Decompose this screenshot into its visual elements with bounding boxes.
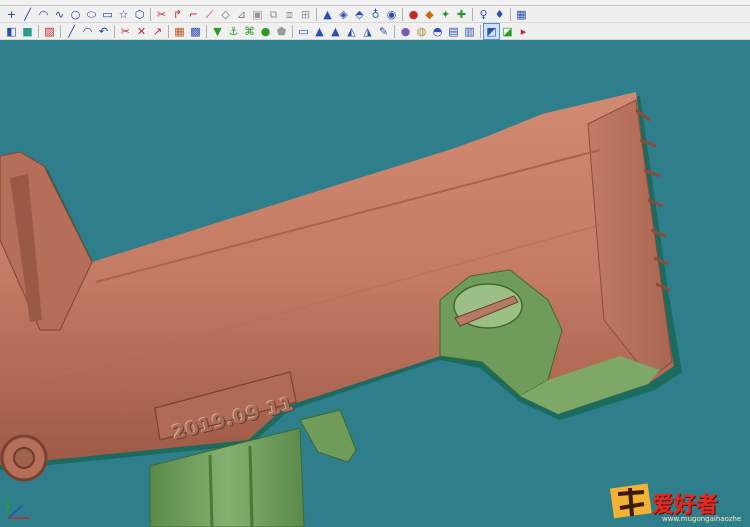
xray-mode-icon[interactable]: ▸ <box>516 24 531 39</box>
toolbar-row-1: + ╱ ◠ ∿ ○ ⬭ ▭ ☆ ⬡ ✂ ↱ ⌐ ⟋ ◇ ⊿ ▣ ⧉ ⧈ ⊞ ▲ ◈ ⬘ ♁ ◉ ● ◆ ✦ ✚ ♀ ♦ ▦ <box>0 6 750 23</box>
boundary-surface-icon[interactable]: ◉ <box>384 7 399 22</box>
toolbar-separator <box>510 8 511 21</box>
marker-tool-icon[interactable]: ♦ <box>492 7 507 22</box>
split-curve-icon[interactable]: ✕ <box>134 24 149 39</box>
revolve-surface-icon[interactable]: ◈ <box>336 7 351 22</box>
toolbar-separator <box>480 25 481 38</box>
network-surface-icon[interactable]: ⚓ <box>226 24 241 39</box>
mirror-curve-icon[interactable]: ⧈ <box>282 7 297 22</box>
cylinder-solid-icon[interactable]: ◆ <box>422 7 437 22</box>
watermark-url: www.mugongaihaozhe <box>662 515 742 523</box>
rectangle-tool-icon[interactable]: ▭ <box>100 7 115 22</box>
circle-tool-icon[interactable]: ○ <box>68 7 83 22</box>
extend-tool-icon[interactable]: ⟋ <box>202 7 217 22</box>
chamfer-tool-icon[interactable]: ⌐ <box>186 7 201 22</box>
light-tool-icon[interactable]: ◓ <box>430 24 445 39</box>
toolbar-separator <box>60 25 61 38</box>
gradient-tool-icon[interactable]: ▨ <box>42 24 57 39</box>
line2-tool-icon[interactable]: ╱ <box>64 24 79 39</box>
array-curve-icon[interactable]: ⊞ <box>298 7 313 22</box>
curve2-tool-icon[interactable]: ↶ <box>96 24 111 39</box>
toolbar-area: + ╱ ◠ ∿ ○ ⬭ ▭ ☆ ⬡ ✂ ↱ ⌐ ⟋ ◇ ⊿ ▣ ⧉ ⧈ ⊞ ▲ ◈ ⬘ ♁ ◉ ● ◆ ✦ ✚ ♀ ♦ ▦ ◧ ■ ▨ ╱ ◠ ↶ ✂ ✕… <box>0 0 750 41</box>
sphere-solid-icon[interactable]: ● <box>406 7 421 22</box>
material-sphere-icon[interactable]: ● <box>398 24 413 39</box>
blend-surface-icon[interactable]: ⬟ <box>274 24 289 39</box>
ellipse-tool-icon[interactable]: ⬭ <box>84 7 99 22</box>
object-select-icon[interactable]: ◧ <box>4 24 19 39</box>
toolbar-separator <box>394 25 395 38</box>
star-tool-icon[interactable]: ☆ <box>116 7 131 22</box>
copy-curve-icon[interactable]: ⧉ <box>266 7 281 22</box>
layer-tool-icon[interactable]: ▦ <box>514 7 529 22</box>
point-tool-icon[interactable]: + <box>4 7 19 22</box>
loft-surface-icon[interactable]: ♁ <box>368 7 383 22</box>
render-view-icon[interactable]: ▲ <box>328 24 343 39</box>
shaded-mode-icon[interactable]: ◩ <box>483 23 500 40</box>
toolbar-separator <box>150 8 151 21</box>
offset-curve-icon[interactable]: ◇ <box>218 7 233 22</box>
toolbar-separator <box>114 25 115 38</box>
shade-view-icon[interactable]: ▲ <box>312 24 327 39</box>
toolbar-separator <box>168 25 169 38</box>
render-mode-icon[interactable]: ◪ <box>500 24 515 39</box>
pin-tool-icon[interactable]: ♀ <box>476 7 491 22</box>
toolbar-separator <box>472 8 473 21</box>
toolbar-separator <box>292 25 293 38</box>
patch-mesh-icon[interactable]: ▩ <box>188 24 203 39</box>
cap-surface-icon[interactable]: ⌘ <box>242 24 257 39</box>
break-curve-icon[interactable]: ⊿ <box>234 7 249 22</box>
toolbar-separator <box>402 8 403 21</box>
arc2-tool-icon[interactable]: ◠ <box>80 24 95 39</box>
bend-curve-icon[interactable]: ↗ <box>150 24 165 39</box>
window-view-icon[interactable]: ▭ <box>296 24 311 39</box>
toolbar-separator <box>38 25 39 38</box>
environment-tool-icon[interactable]: ▥ <box>462 24 477 39</box>
pen-view-icon[interactable]: ✎ <box>376 24 391 39</box>
toolbar-separator <box>206 25 207 38</box>
wire-view-icon[interactable]: ◭ <box>344 24 359 39</box>
grid-mesh-icon[interactable]: ▦ <box>172 24 187 39</box>
sweep-surface-icon[interactable]: ⬘ <box>352 7 367 22</box>
cut-curve-icon[interactable]: ✂ <box>118 24 133 39</box>
texture-sphere-icon[interactable]: ◍ <box>414 24 429 39</box>
camera-tool-icon[interactable]: ▤ <box>446 24 461 39</box>
ruled-surface-icon[interactable]: ▼ <box>210 24 225 39</box>
model-render <box>0 92 682 527</box>
color-select-icon[interactable]: ■ <box>20 24 35 39</box>
axis-gizmo <box>7 498 30 519</box>
toolbar-row-2: ◧ ■ ▨ ╱ ◠ ↶ ✂ ✕ ↗ ▦ ▩ ▼ ⚓ ⌘ ● ⬟ ▭ ▲ ▲ ◭ ◮ ✎ ● ◍ ◓ ▤ ▥ ◩ ◪ ▸ <box>0 23 750 40</box>
trigger-nub <box>299 409 357 463</box>
fill-surface-icon[interactable]: ● <box>258 24 273 39</box>
fillet-tool-icon[interactable]: ↱ <box>170 7 185 22</box>
3d-viewport[interactable]: 2019.09 11 <box>0 40 750 527</box>
cone-solid-icon[interactable]: ✦ <box>438 7 453 22</box>
trim-tool-icon[interactable]: ✂ <box>154 7 169 22</box>
arc-tool-icon[interactable]: ◠ <box>36 7 51 22</box>
spline-tool-icon[interactable]: ∿ <box>52 7 67 22</box>
line-tool-icon[interactable]: ╱ <box>20 7 35 22</box>
toolbar-separator <box>316 8 317 21</box>
join-curve-icon[interactable]: ▣ <box>250 7 265 22</box>
ghost-view-icon[interactable]: ◮ <box>360 24 375 39</box>
extrude-surface-icon[interactable]: ▲ <box>320 7 335 22</box>
polygon-tool-icon[interactable]: ⬡ <box>132 7 147 22</box>
torus-solid-icon[interactable]: ✚ <box>454 7 469 22</box>
